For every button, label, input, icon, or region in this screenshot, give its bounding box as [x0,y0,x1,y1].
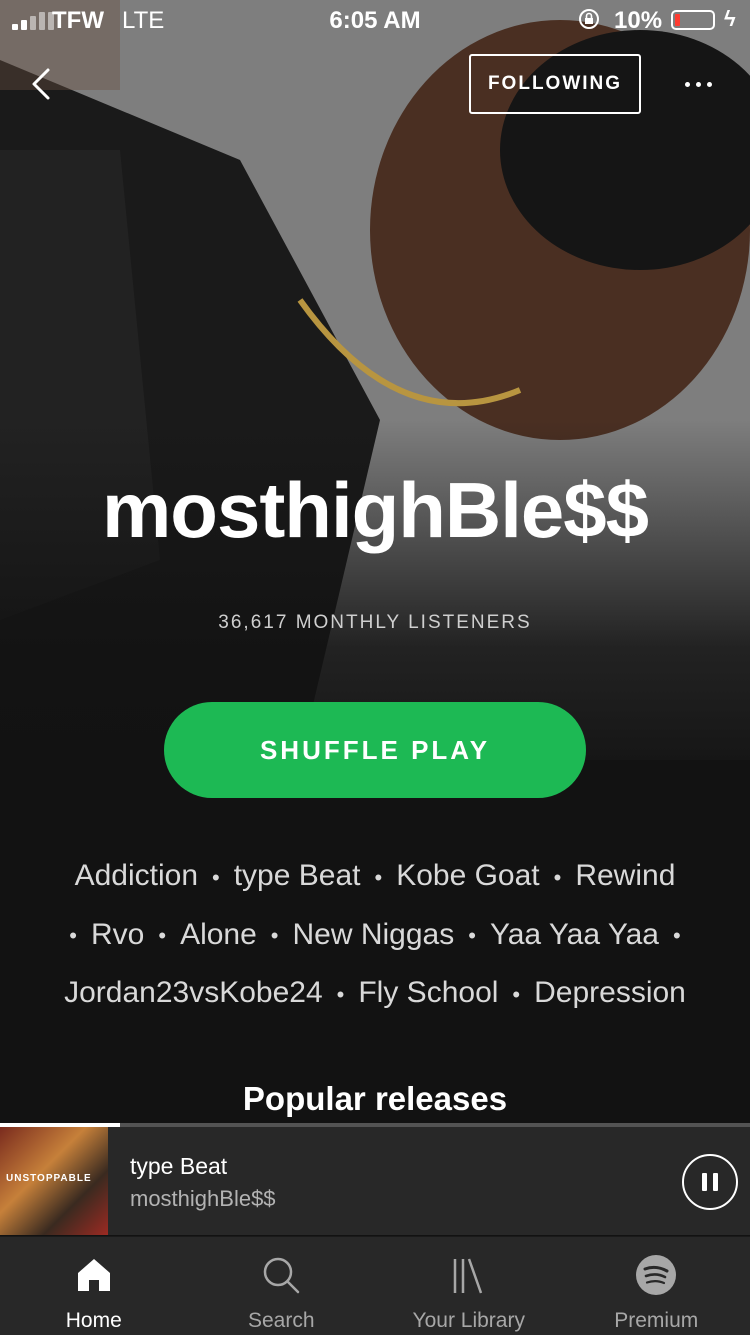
popular-track-link[interactable]: Jordan23vsKobe24 [64,976,323,1009]
battery-icon [671,10,715,30]
separator-dot: • [512,982,520,1007]
now-playing-title: type Beat [130,1153,227,1180]
popular-track-link[interactable]: Kobe Goat [396,859,539,892]
popular-track-link[interactable]: Fly School [358,976,498,1009]
popular-track-link[interactable]: Depression [534,976,686,1009]
pause-button[interactable] [682,1154,738,1210]
separator-dot: • [158,923,166,948]
battery-percent: 10% [614,7,662,35]
status-bar: TFW LTE 6:05 AM 10% ϟ [0,0,750,42]
track-line: Jordan23vsKobe24 • Fly School • Depression [30,964,720,1023]
tab-label: Home [66,1309,122,1333]
separator-dot: • [271,923,279,948]
more-options-icon[interactable] [676,64,720,104]
tab-bar: Home Search Your Library Premium [0,1236,750,1335]
popular-track-link[interactable]: Rewind [575,859,675,892]
album-art: UNSTOPPABLE [0,1127,108,1235]
monthly-listeners: 36,617 MONTHLY LISTENERS [0,612,750,634]
separator-dot: • [673,923,681,948]
separator-dot: • [374,865,382,890]
search-icon [259,1253,303,1297]
tab-premium[interactable]: Premium [563,1237,750,1335]
following-button[interactable]: FOLLOWING [469,54,641,114]
back-chevron-icon[interactable] [24,62,68,106]
now-playing-artist: mosthighBle$$ [130,1186,276,1212]
tab-search[interactable]: Search [188,1237,376,1335]
popular-track-link[interactable]: type Beat [234,859,361,892]
spotify-icon [634,1253,678,1297]
separator-dot: • [554,865,562,890]
popular-track-link[interactable]: Yaa Yaa Yaa [490,918,659,951]
section-title: Popular releases [0,1080,750,1118]
tab-home[interactable]: Home [0,1237,188,1335]
popular-tracks-list: Addiction • type Beat • Kobe Goat • Rewind • Rvo… [30,847,720,1023]
separator-dot: • [69,923,77,948]
rotation-lock-icon [578,8,600,30]
popular-track-link[interactable]: New Niggas [293,918,455,951]
popular-track-link[interactable]: Addiction [75,859,198,892]
artist-header-image [0,0,750,760]
tab-your-library[interactable]: Your Library [375,1237,563,1335]
separator-dot: • [337,982,345,1007]
tab-label: Your Library [413,1309,525,1333]
track-line: Addiction • type Beat • Kobe Goat • Rewind [30,847,720,906]
album-art-text: UNSTOPPABLE [6,1173,92,1184]
separator-dot: • [468,923,476,948]
charging-icon: ϟ [724,6,736,32]
separator-dot: • [212,865,220,890]
playback-progress [0,1123,750,1127]
artist-name: mosthighBle$$ [0,465,750,556]
track-line: • Rvo • Alone • New Niggas • Yaa Yaa Yaa • [30,906,720,965]
tab-label: Premium [614,1309,698,1333]
shuffle-play-button[interactable]: SHUFFLE PLAY [164,702,586,798]
tab-label: Search [248,1309,315,1333]
popular-track-link[interactable]: Rvo [91,918,144,951]
home-icon [72,1253,116,1297]
popular-track-link[interactable]: Alone [180,918,257,951]
library-icon [447,1253,491,1297]
now-playing-bar[interactable]: UNSTOPPABLE type Beat mosthighBle$$ [0,1123,750,1235]
